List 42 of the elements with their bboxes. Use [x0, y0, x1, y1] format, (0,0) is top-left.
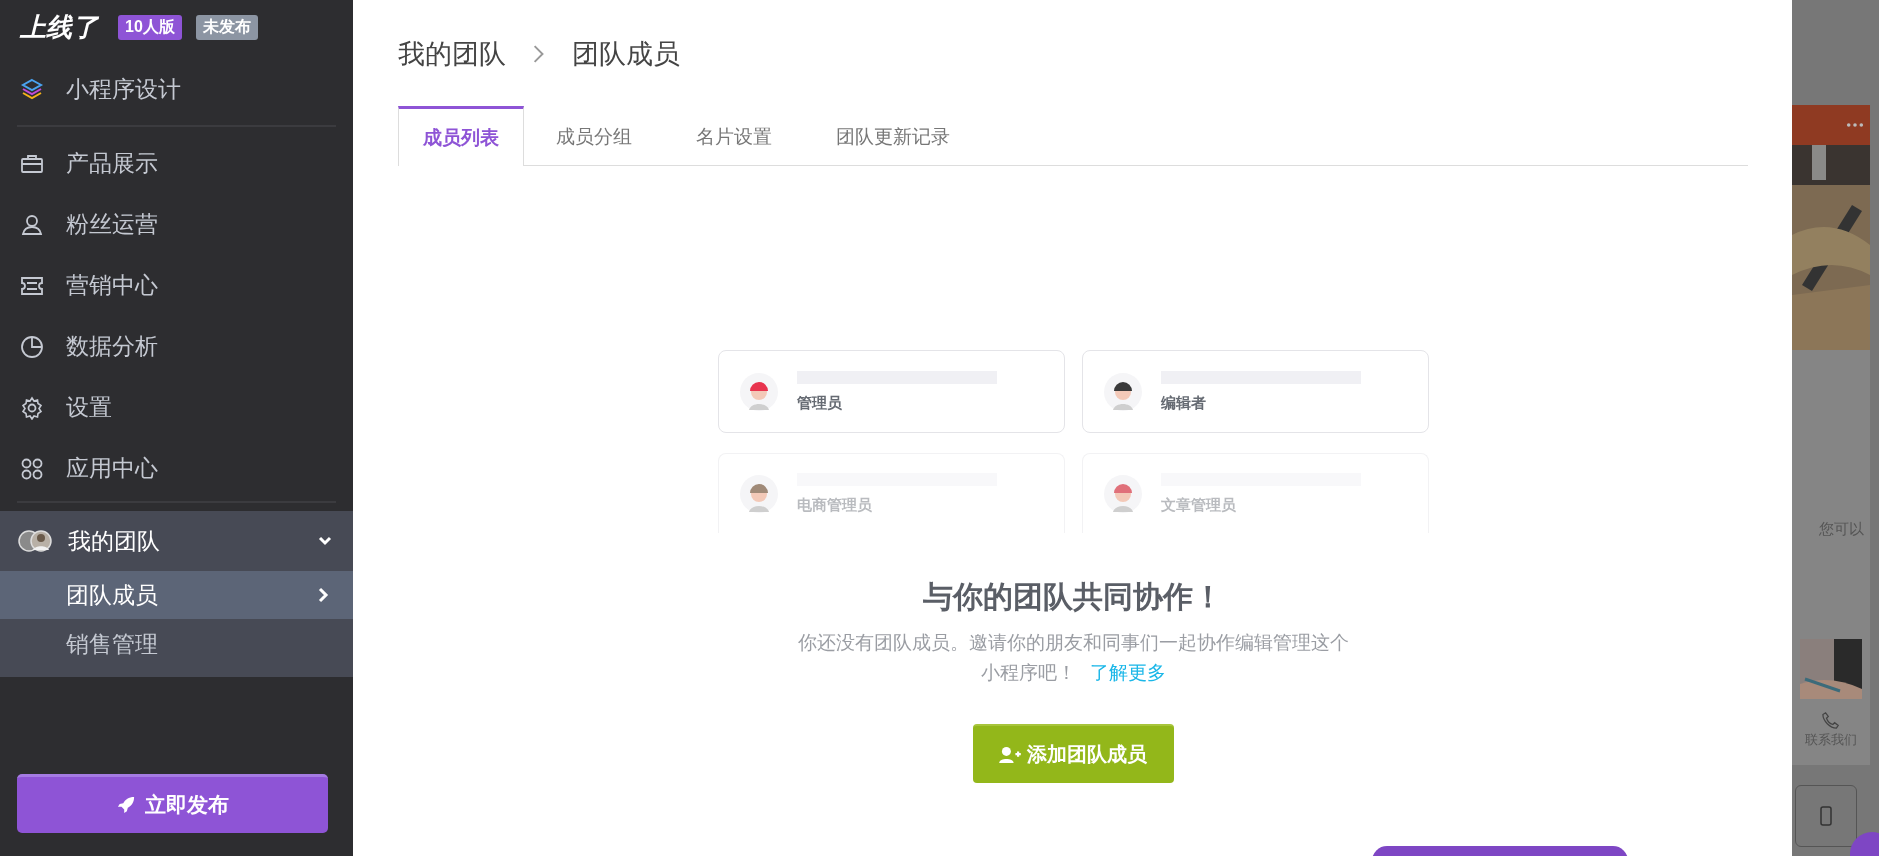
avatar-icon [1102, 371, 1143, 412]
add-user-icon [999, 745, 1021, 764]
brand-logo: 上线了 [20, 11, 98, 44]
phone-icon[interactable] [1822, 711, 1840, 729]
settings-icon [20, 395, 44, 420]
breadcrumb-item: 团队成员 [572, 38, 680, 71]
role-label: 编辑者 [1160, 393, 1207, 413]
mobile-icon [1820, 806, 1832, 826]
chevron-icon [532, 43, 546, 65]
avatar-icon [738, 473, 779, 514]
tab[interactable]: 名片设置 [664, 106, 804, 166]
avatar-icon [738, 371, 779, 412]
empty-state-text: 你还没有团队成员。邀请你的朋友和同事们一起协作编辑管理这个小程序吧！ 了解更多 [796, 631, 1350, 685]
role-label: 管理员 [796, 393, 843, 413]
role-label: 文章管理员 [1160, 495, 1237, 515]
sidebar-item[interactable]: 粉丝运营 [0, 194, 353, 255]
plan-badge: 未发布 [195, 15, 258, 40]
sidebar-group[interactable]: 我的团队 [0, 511, 353, 571]
pie-chart-icon [20, 334, 44, 359]
rocket-icon [116, 796, 135, 814]
plan-badge: 10人版 [118, 15, 182, 40]
sidebar-item[interactable]: 数据分析 [0, 316, 353, 377]
team-avatars-icon [18, 529, 54, 553]
breadcrumb-item[interactable]: 我的团队 [398, 36, 506, 72]
tab[interactable]: 成员列表 [398, 106, 524, 166]
sidebar-subitem[interactable]: 团队成员 [0, 571, 353, 619]
publish-button[interactable]: 立即发布 [17, 774, 328, 833]
tab[interactable]: 团队更新记录 [804, 106, 982, 166]
tab[interactable]: 成员分组 [524, 106, 664, 166]
sidebar-item[interactable]: 营销中心 [0, 255, 353, 316]
layers-icon [20, 77, 44, 101]
sidebar-item[interactable]: 产品展示 [0, 133, 353, 194]
sidebar-item[interactable]: 设置 [0, 377, 353, 438]
avatar-icon [1102, 473, 1143, 514]
person-icon [20, 212, 44, 237]
more-icon[interactable] [1846, 122, 1864, 128]
apps-icon [20, 456, 44, 481]
role-label: 电商管理员 [796, 495, 873, 515]
sidebar-item[interactable]: 应用中心 [0, 438, 353, 499]
sidebar-subitem[interactable]: 销售管理 [0, 619, 353, 669]
empty-state-title: 与你的团队共同协作！ [923, 579, 1223, 615]
sidebar-item[interactable]: 小程序设计 [0, 55, 353, 123]
